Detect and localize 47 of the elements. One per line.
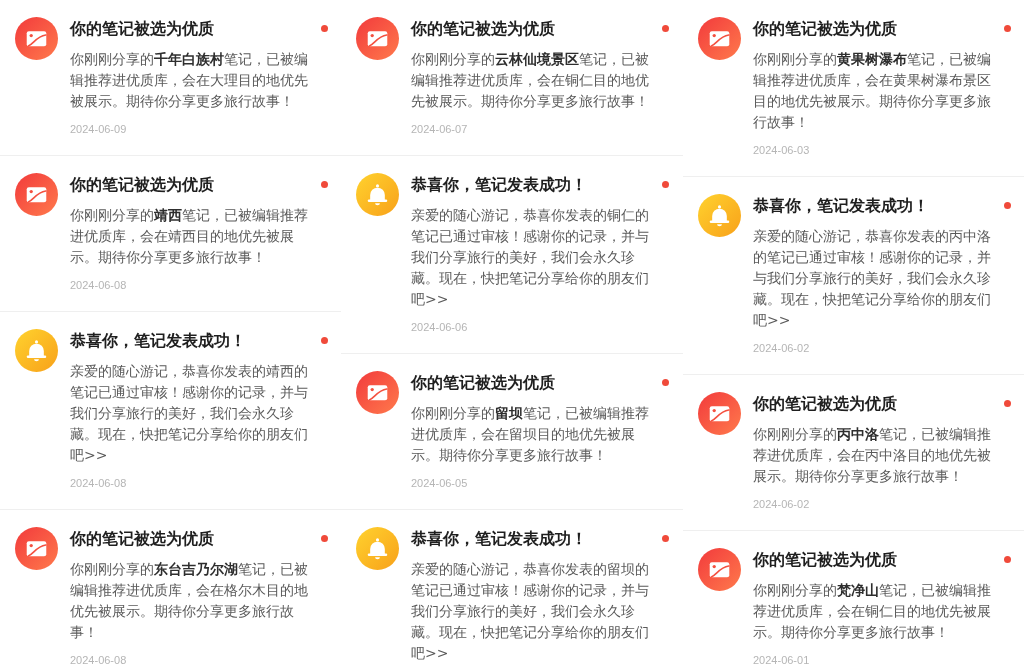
notification-title: 你的笔记被选为优质 [411,372,556,394]
notification-date: 2024-06-07 [411,122,469,136]
notification-date: 2024-06-01 [753,653,811,667]
notification-message: 你刚刚分享的云林仙境景区笔记，已被编辑推荐进优质库，会在铜仁目的地优先被展示。期待你分享更多旅行故事！ [411,50,650,111]
notification-date: 2024-06-09 [70,122,128,136]
bell-icon [698,194,741,237]
notification-title: 你的笔记被选为优质 [411,18,556,40]
notification-date: 2024-06-02 [753,497,811,511]
notification-date: 2024-06-08 [70,476,128,490]
notification-title: 你的笔记被选为优质 [70,528,215,550]
notification-date: 2024-06-08 [70,278,128,292]
notification-message: 你刚刚分享的东台吉乃尔湖笔记，已被编辑推荐进优质库，会在格尔木目的地优先被展示。期待你分享更多旅行故事！ [70,560,309,642]
notification-message: 你刚刚分享的留坝笔记，已被编辑推荐进优质库，会在留坝目的地优先被展示。期待你分享更多旅行故事！ [411,404,650,465]
notification-message: 你刚刚分享的靖西笔记，已被编辑推荐进优质库，会在靖西目的地优先被展示。期待你分享更多旅行故事！ [70,206,309,267]
bell-icon [15,329,58,372]
bell-icon [356,527,399,570]
notification-message: 你刚刚分享的千年白族村笔记，已被编辑推荐进优质库，会在大理目的地优先被展示。期待你分享更多旅行故事！ [70,50,309,111]
bell-icon [356,173,399,216]
notification-date: 2024-06-06 [411,320,469,334]
notification-title: 你的笔记被选为优质 [753,18,898,40]
notification-title: 你的笔记被选为优质 [70,18,215,40]
notification-title: 你的笔记被选为优质 [753,393,898,415]
notification-message: 亲爱的随心游记，恭喜你发表的丙中洛的笔记已通过审核！感谢你的记录，并与我们分享旅行的美好，我们会永久珍藏。现在，快把笔记分享给你的朋友们吧>> [753,227,992,330]
image-icon [15,527,58,570]
image-icon [15,173,58,216]
notification-title: 你的笔记被选为优质 [70,174,215,196]
notification-title: 恭喜你，笔记发表成功！ [753,195,930,217]
notification-message: 你刚刚分享的梵净山笔记，已被编辑推荐进优质库，会在铜仁目的地优先被展示。期待你分享更多旅行故事！ [753,581,992,642]
notification-title: 恭喜你，笔记发表成功！ [70,330,247,352]
image-icon [356,17,399,60]
notification-date: 2024-06-05 [411,476,469,490]
notification-message: 你刚刚分享的黄果树瀑布笔记，已被编辑推荐进优质库，会在黄果树瀑布景区目的地优先被展示。期待你分享更多旅行故事！ [753,50,992,132]
notification-date: 2024-06-02 [753,341,811,355]
notification-title: 恭喜你，笔记发表成功！ [411,174,588,196]
notification-message: 亲爱的随心游记，恭喜你发表的铜仁的笔记已通过审核！感谢你的记录，并与我们分享旅行的美好，我们会永久珍藏。现在，快把笔记分享给你的朋友们吧>> [411,206,650,309]
image-icon [698,17,741,60]
notification-message: 你刚刚分享的丙中洛笔记，已被编辑推荐进优质库，会在丙中洛目的地优先被展示。期待你分享更多旅行故事！ [753,425,992,486]
notification-date: 2024-06-08 [70,653,128,667]
image-icon [15,17,58,60]
notification-date: 2024-06-03 [753,143,811,157]
image-icon [698,392,741,435]
image-icon [698,548,741,591]
notification-message: 亲爱的随心游记，恭喜你发表的留坝的笔记已通过审核！感谢你的记录，并与我们分享旅行的美好，我们会永久珍藏。现在，快把笔记分享给你的朋友们吧>> [411,560,650,663]
notification-title: 你的笔记被选为优质 [753,549,898,571]
notification-message: 亲爱的随心游记，恭喜你发表的靖西的笔记已通过审核！感谢你的记录，并与我们分享旅行的美好，我们会永久珍藏。现在，快把笔记分享给你的朋友们吧>> [70,362,309,465]
image-icon [356,371,399,414]
notification-title: 恭喜你，笔记发表成功！ [411,528,588,550]
